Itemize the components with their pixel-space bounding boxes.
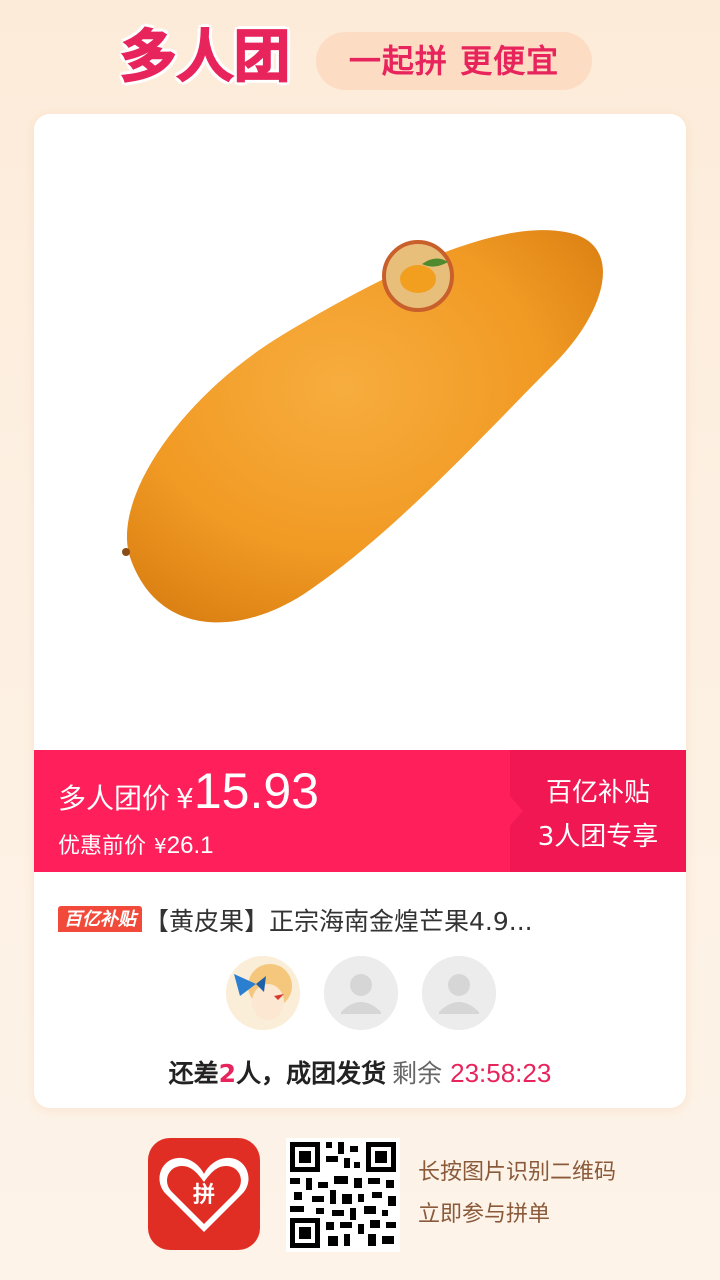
countdown-timer: 23:58:23 bbox=[450, 1058, 552, 1088]
subsidy-badge: 百亿补贴 bbox=[58, 906, 142, 932]
subsidy-line1: 百亿补贴 bbox=[545, 778, 650, 808]
logo-text: 多人团 bbox=[119, 24, 291, 91]
empty-person-icon bbox=[324, 956, 398, 1030]
member-avatar-icon bbox=[226, 956, 300, 1030]
original-price-value: 26.1 bbox=[166, 832, 214, 859]
status-suffix: 人，成团发货 bbox=[236, 1059, 387, 1088]
group-price-block: 多人团价 ¥15.93 bbox=[58, 762, 319, 820]
status-prefix: 还差 bbox=[168, 1059, 219, 1088]
subsidy-tag: 百亿补贴 3人团专享 bbox=[509, 750, 686, 872]
remaining-label: 剩余 bbox=[392, 1059, 443, 1088]
mango-image[interactable] bbox=[34, 114, 686, 750]
footer-line2: 立即参与拼单 bbox=[418, 1202, 551, 1227]
price-bar: 多人团价 ¥15.93 优惠前价 ¥26.1 百亿补贴 3人团专享 bbox=[34, 750, 686, 872]
heart-logo-icon: 拼 bbox=[159, 1157, 249, 1232]
empty-member-avatar bbox=[422, 956, 496, 1030]
missing-count: 2 bbox=[218, 1059, 237, 1088]
empty-member-avatar bbox=[324, 956, 398, 1030]
original-price: 优惠前价 ¥26.1 bbox=[58, 828, 213, 860]
footer-line1: 长按图片识别二维码 bbox=[418, 1160, 617, 1185]
subsidy-line2: 3人团专享 bbox=[537, 822, 659, 852]
group-status: 还差2人，成团发货 剩余 23:58:23 bbox=[34, 1054, 686, 1090]
footer-instructions: 长按图片识别二维码 立即参与拼单 bbox=[418, 1152, 616, 1236]
svg-text:拼: 拼 bbox=[193, 1182, 215, 1208]
original-price-label: 优惠前价 bbox=[58, 834, 147, 859]
header: 多人团 一起拼 更便宜 bbox=[0, 0, 720, 112]
currency-symbol-small: ¥ bbox=[154, 834, 167, 858]
member-avatar bbox=[226, 956, 300, 1030]
empty-person-icon bbox=[422, 956, 496, 1030]
pinduoduo-app-icon: 拼 bbox=[148, 1138, 260, 1250]
product-title: 【黄皮果】正宗海南金煌芒果4.9... bbox=[144, 907, 533, 932]
product-title-row[interactable]: 百亿补贴 【黄皮果】正宗海南金煌芒果4.9... bbox=[58, 902, 668, 932]
slogan: 一起拼 更便宜 bbox=[316, 32, 592, 90]
product-card[interactable]: 多人团价 ¥15.93 优惠前价 ¥26.1 百亿补贴 3人团专享 百亿补贴 【黄皮果… bbox=[34, 114, 686, 1108]
currency-symbol: ¥ bbox=[176, 782, 194, 815]
group-members bbox=[34, 956, 686, 1032]
qr-code-icon[interactable] bbox=[286, 1138, 400, 1252]
group-price-value: 15.93 bbox=[193, 763, 319, 819]
group-price-label: 多人团价 bbox=[58, 782, 171, 815]
qr-code-graphic bbox=[286, 1138, 400, 1252]
